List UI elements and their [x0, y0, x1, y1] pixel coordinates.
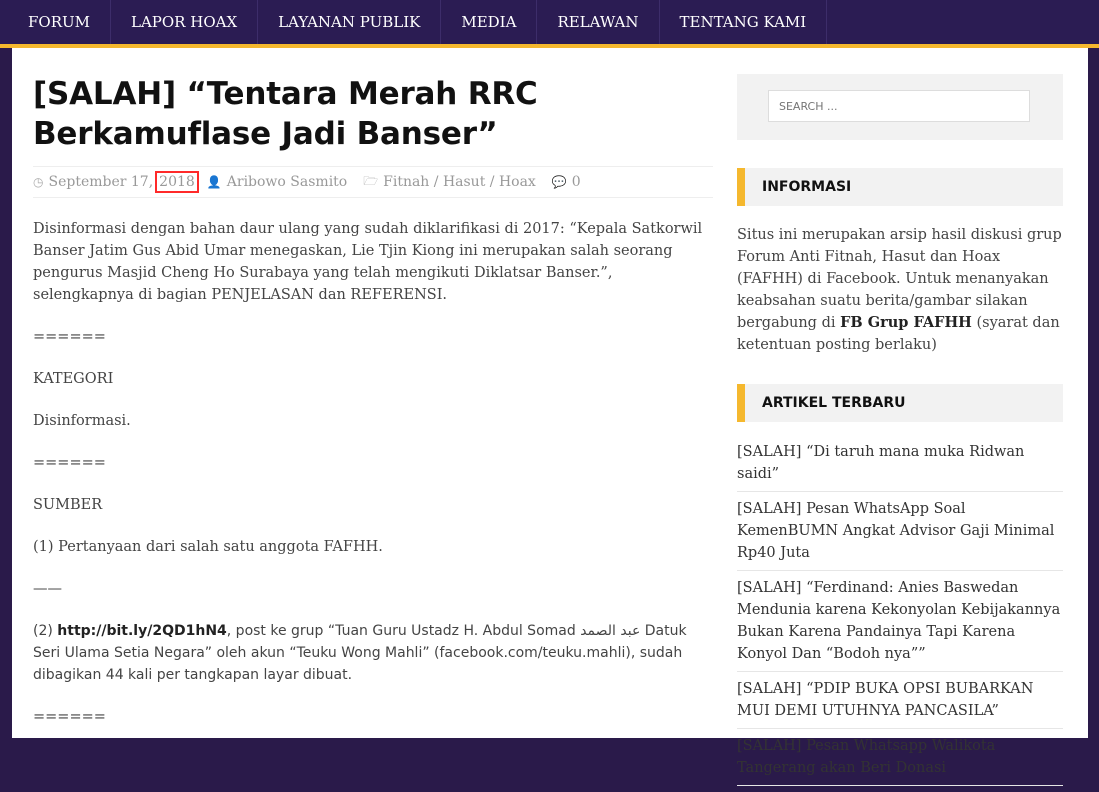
separator: ====== — [33, 329, 106, 345]
category-link[interactable]: Fitnah / Hasut / Hoax — [383, 174, 536, 190]
folder-icon: 🗁 — [363, 173, 379, 188]
search-input[interactable] — [768, 90, 1030, 122]
heading-kategori: KATEGORI — [33, 371, 114, 387]
nav-item-forum[interactable]: FORUM — [0, 0, 111, 44]
informasi-text: Situs ini merupakan arsip hasil diskusi … — [737, 224, 1063, 356]
recent-article-link[interactable]: [SALAH] Pesan WhatsApp Soal KemenBUMN An… — [737, 498, 1063, 571]
recent-article-link[interactable]: [SALAH] “PDIP BUKA OPSI BUBARKAN MUI DEM… — [737, 678, 1063, 729]
source-2-link[interactable]: http://bit.ly/2QD1hN4 — [57, 623, 227, 639]
nav-item-layanan-publik[interactable]: LAYANAN PUBLIK — [258, 0, 442, 44]
widget-title-artikel-terbaru: ARTIKEL TERBARU — [737, 384, 1063, 422]
recent-article-link[interactable]: [SALAH] “Ferdinand: Anies Baswedan Mendu… — [737, 577, 1063, 672]
comment-icon: 💬 — [551, 175, 567, 189]
user-icon: 👤 — [206, 175, 222, 189]
recent-articles-list: [SALAH] “Di taruh mana muka Ridwan saidi… — [737, 441, 1063, 792]
widget-title-informasi: INFORMASI — [737, 168, 1063, 206]
recent-article-link[interactable]: [SALAH] Pesan Whatsapp Walikota Tangeran… — [737, 735, 1063, 786]
heading-sumber: SUMBER — [33, 497, 103, 513]
fb-group-link[interactable]: FB Grup FAFHH — [840, 314, 972, 331]
search-widget — [737, 74, 1063, 140]
date-text: September 17, — [48, 174, 154, 190]
dash-separator: —— — [33, 581, 62, 597]
article-meta: ◷ September 17, 2018 👤 Aribowo Sasmito 🗁… — [33, 166, 713, 198]
page-container: [SALAH] “Tentara Merah RRC Berkamuflase … — [12, 48, 1088, 786]
nav-item-lapor-hoax[interactable]: LAPOR HOAX — [111, 0, 259, 44]
separator: ====== — [33, 455, 106, 471]
date-year-highlighted: 2018 — [155, 171, 199, 193]
recent-article-link[interactable]: [SALAH] “Di taruh mana muka Ridwan saidi… — [737, 441, 1063, 492]
date-meta: ◷ September 17, 2018 — [33, 171, 199, 193]
top-navigation: FORUM LAPOR HOAX LAYANAN PUBLIK MEDIA RE… — [0, 0, 1099, 48]
author-name[interactable]: Aribowo Sasmito — [227, 174, 347, 190]
source-2: (2) http://bit.ly/2QD1hN4, post ke grup … — [33, 620, 713, 686]
separator: ====== — [33, 709, 106, 725]
author-meta[interactable]: 👤 Aribowo Sasmito — [207, 174, 347, 190]
nav-item-relawan[interactable]: RELAWAN — [537, 0, 660, 44]
comment-count[interactable]: 0 — [572, 174, 581, 190]
nav-item-tentang-kami[interactable]: TENTANG KAMI — [660, 0, 828, 44]
paragraph-intro: Disinformasi dengan bahan daur ulang yan… — [33, 221, 703, 303]
article-title: [SALAH] “Tentara Merah RRC Berkamuflase … — [33, 76, 538, 152]
source-1: (1) Pertanyaan dari salah satu anggota F… — [33, 539, 383, 555]
clock-icon: ◷ — [33, 175, 44, 189]
article-body: Disinformasi dengan bahan daur ulang yan… — [33, 218, 713, 728]
comments-meta[interactable]: 💬 0 — [552, 174, 581, 190]
source-2-prefix: (2) — [33, 623, 58, 639]
category-meta[interactable]: 🗁 Fitnah / Hasut / Hoax — [363, 172, 536, 193]
kategori-value: Disinformasi. — [33, 413, 131, 429]
nav-item-media[interactable]: MEDIA — [441, 0, 538, 44]
